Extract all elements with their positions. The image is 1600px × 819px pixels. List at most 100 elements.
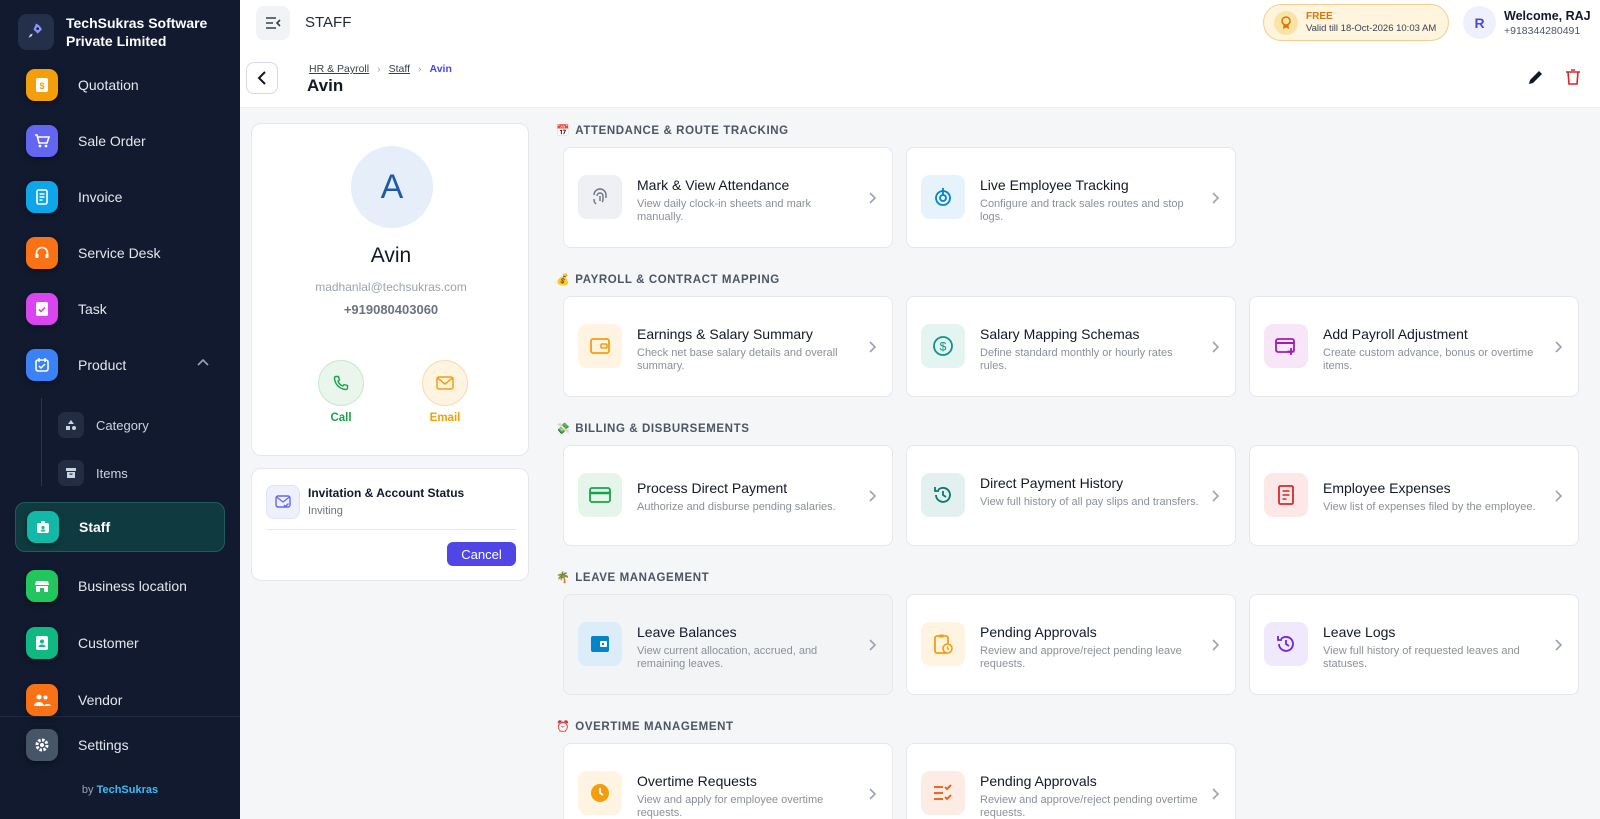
section-title-text: LEAVE MANAGEMENT <box>575 571 710 584</box>
tile-title: Leave Logs <box>1323 624 1396 640</box>
tile-title: Employee Expenses <box>1323 480 1451 496</box>
tile-description: Review and approve/reject pending overti… <box>980 794 1198 819</box>
store-icon <box>26 570 58 602</box>
sidebar-subitem-items[interactable]: Items <box>58 458 128 488</box>
sidebar-item-task[interactable]: Task <box>15 284 225 334</box>
user-welcome: Welcome, RAJ <box>1504 9 1591 23</box>
plan-badge[interactable]: FREE Valid till 18-Oct-2026 10:03 AM <box>1263 4 1449 41</box>
tile-title: Overtime Requests <box>637 773 757 789</box>
brand[interactable]: TechSukras Software Private Limited <box>18 14 216 50</box>
history-icon <box>1264 622 1308 666</box>
sidebar-item-label: Settings <box>78 737 129 753</box>
clipboard-clock-icon <box>921 622 965 666</box>
chevron-right-icon <box>1555 341 1563 353</box>
chevron-right-icon <box>1212 639 1220 651</box>
delete-button[interactable] <box>1562 66 1584 88</box>
breadcrumb-staff[interactable]: Staff <box>389 63 410 75</box>
tile-description: Authorize and disburse pending salaries. <box>637 501 836 513</box>
user-avatar[interactable]: R <box>1463 6 1496 39</box>
status-title: Invitation & Account Status <box>308 486 465 500</box>
tile-title: Leave Balances <box>637 624 737 640</box>
tile-live-employee-tracking[interactable]: Live Employee Tracking Configure and tra… <box>906 147 1236 248</box>
tile-mark-view-attendance[interactable]: Mark & View Attendance View daily clock-… <box>563 147 893 248</box>
mail-icon <box>436 376 454 390</box>
sidebar-item-product[interactable]: Product <box>15 340 225 390</box>
cart-icon <box>26 125 58 157</box>
tile-description: View full history of requested leaves an… <box>1323 645 1520 670</box>
svg-text:$: $ <box>39 81 44 91</box>
tile-description: View daily clock-in sheets and mark manu… <box>637 198 812 223</box>
money-wings-icon: 💸 <box>556 423 571 435</box>
section-title-overtime: ⏰ OVERTIME MANAGEMENT <box>556 720 734 734</box>
tile-employee-expenses[interactable]: Employee Expenses View list of expenses … <box>1249 445 1579 546</box>
sidebar-item-staff[interactable]: Staff <box>15 502 225 552</box>
chevron-right-icon <box>869 788 877 800</box>
sidebar-item-label: Quotation <box>78 77 139 93</box>
sidebar-subitem-label: Category <box>96 417 149 433</box>
tile-earnings-salary-summary[interactable]: Earnings & Salary Summary Check net base… <box>563 296 893 397</box>
alarm-clock-icon: ⏰ <box>556 721 571 733</box>
receipt-icon <box>1264 473 1308 517</box>
section-title-text: ATTENDANCE & ROUTE TRACKING <box>575 124 789 137</box>
back-button[interactable] <box>246 62 278 94</box>
sidebar-item-sale-order[interactable]: Sale Order <box>15 116 225 166</box>
money-bag-icon: 💰 <box>556 274 571 286</box>
tile-process-direct-payment[interactable]: Process Direct Payment Authorize and dis… <box>563 445 893 546</box>
user-info[interactable]: Welcome, RAJ +918344280491 <box>1504 9 1591 38</box>
chevron-right-icon <box>1212 192 1220 204</box>
tile-overtime-requests[interactable]: Overtime Requests View and apply for emp… <box>563 743 893 819</box>
tile-leave-logs[interactable]: Leave Logs View full history of requeste… <box>1249 594 1579 695</box>
chevron-up-icon[interactable] <box>197 358 209 366</box>
tile-salary-mapping-schemas[interactable]: $ Salary Mapping Schemas Define standard… <box>906 296 1236 397</box>
sidebar-item-quotation[interactable]: $ Quotation <box>15 60 225 110</box>
breadcrumb-hr-payroll[interactable]: HR & Payroll <box>309 63 369 75</box>
email-label[interactable]: Email <box>405 412 485 424</box>
badge-icon <box>27 511 59 543</box>
product-icon <box>26 349 58 381</box>
chevron-right-icon <box>869 490 877 502</box>
tile-direct-payment-history[interactable]: Direct Payment History View full history… <box>906 445 1236 546</box>
email-button[interactable] <box>422 360 468 406</box>
chevron-right-icon <box>1212 788 1220 800</box>
sidebar-item-label: Vendor <box>78 692 123 708</box>
sidebar-item-label: Sale Order <box>78 133 146 149</box>
call-label[interactable]: Call <box>301 412 381 424</box>
tracking-icon <box>921 175 965 219</box>
tile-overtime-pending-approvals[interactable]: Pending Approvals Review and approve/rej… <box>906 743 1236 819</box>
breadcrumb-separator-icon: › <box>418 63 422 75</box>
award-icon <box>1274 10 1298 35</box>
palm-tree-icon: 🌴 <box>556 572 571 584</box>
by-brand-link[interactable]: TechSukras <box>97 784 159 796</box>
tile-leave-balances[interactable]: Leave Balances View current allocation, … <box>563 594 893 695</box>
sidebar-item-label: Staff <box>79 519 111 535</box>
svg-text:$: $ <box>940 340 947 354</box>
chevron-left-icon <box>257 71 266 85</box>
sidebar-item-settings[interactable]: Settings <box>15 720 225 770</box>
menu-collapse-icon <box>266 17 281 29</box>
call-button[interactable] <box>318 360 364 406</box>
chevron-right-icon <box>1212 490 1220 502</box>
archive-icon <box>58 460 84 486</box>
sidebar-item-customer[interactable]: Customer <box>15 618 225 668</box>
top-bar: STAFF FREE Valid till 18-Oct-2026 10:03 … <box>240 0 1600 46</box>
sidebar-subitem-category[interactable]: Category <box>58 410 149 440</box>
tile-description: Configure and track sales routes and sto… <box>980 198 1184 223</box>
tile-description: Check net base salary details and overal… <box>637 347 838 372</box>
invoice-dollar-icon: $ <box>26 69 58 101</box>
tile-description: View and apply for employee overtime req… <box>637 794 824 819</box>
account-status-card: Invitation & Account Status Inviting Can… <box>251 468 529 581</box>
cancel-invitation-button[interactable]: Cancel <box>447 542 516 566</box>
edit-button[interactable] <box>1525 66 1547 88</box>
task-icon <box>26 293 58 325</box>
tile-leave-pending-approvals[interactable]: Pending Approvals Review and approve/rej… <box>906 594 1236 695</box>
sidebar-item-business-location[interactable]: Business location <box>15 561 225 611</box>
sidebar-item-invoice[interactable]: Invoice <box>15 172 225 222</box>
sidebar-item-service-desk[interactable]: Service Desk <box>15 228 225 278</box>
menu-collapse-button[interactable] <box>256 6 290 40</box>
plan-validity: Valid till 18-Oct-2026 10:03 AM <box>1306 22 1437 34</box>
sidebar-item-label: Business location <box>78 578 187 594</box>
tile-add-payroll-adjustment[interactable]: Add Payroll Adjustment Create custom adv… <box>1249 296 1579 397</box>
breadcrumb-separator-icon: › <box>377 63 381 75</box>
sidebar-item-label: Task <box>78 301 107 317</box>
tile-description: Create custom advance, bonus or overtime… <box>1323 347 1534 372</box>
